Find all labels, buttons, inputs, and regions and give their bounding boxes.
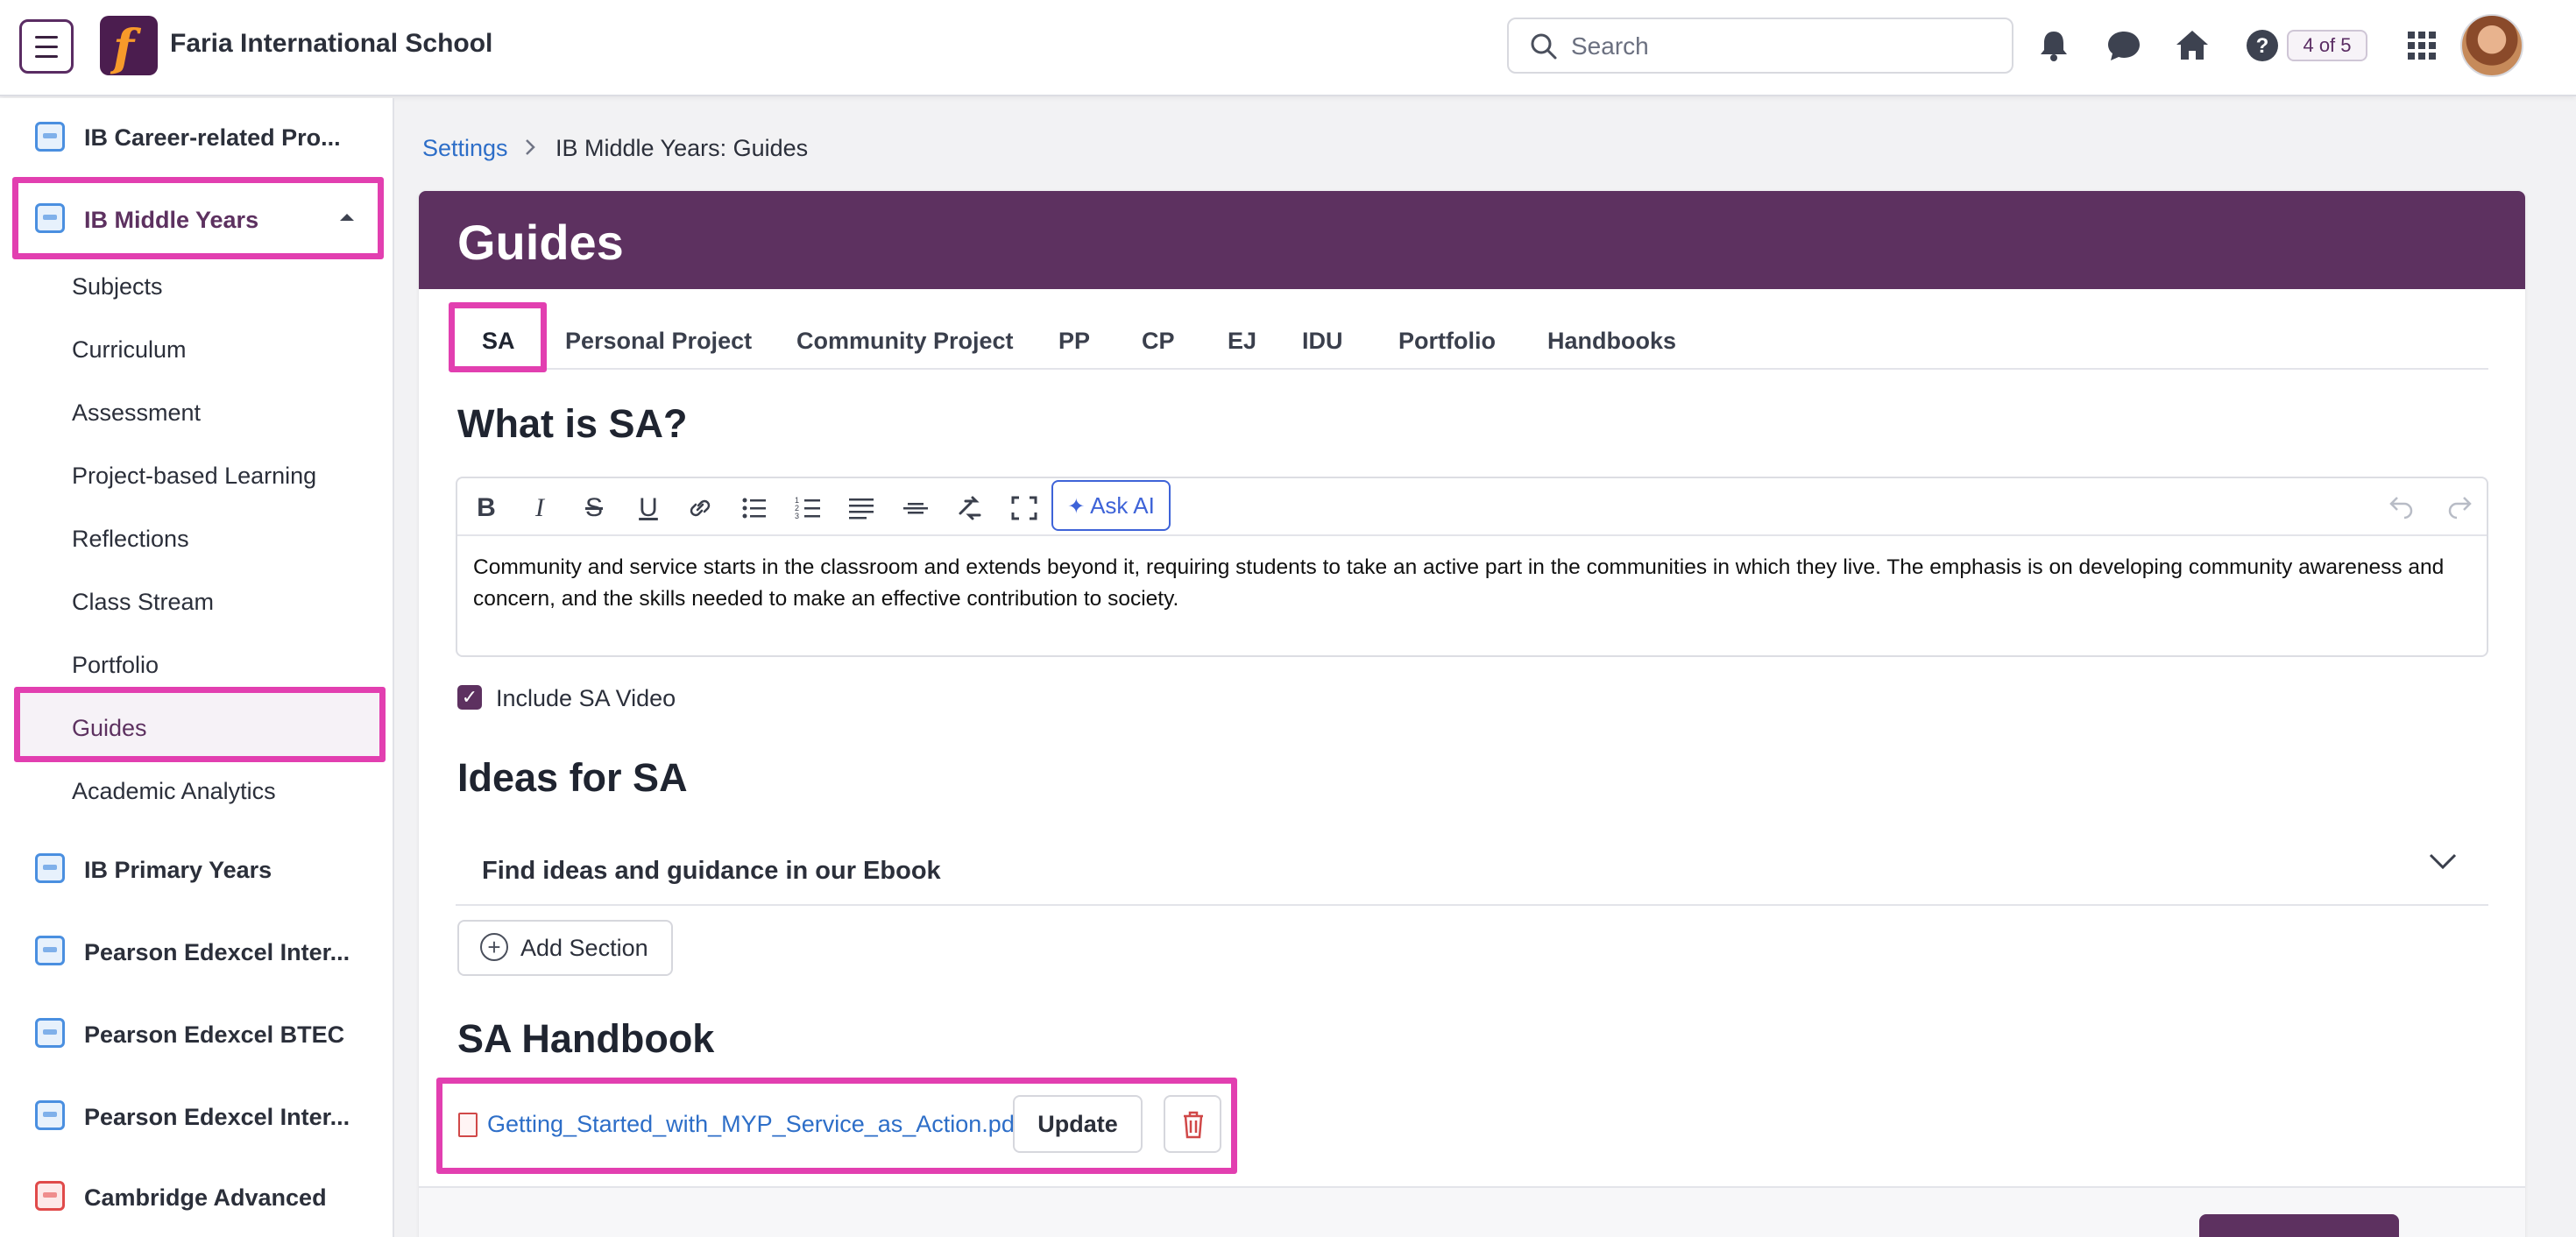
sidebar-item-class-stream[interactable]: Class Stream: [72, 589, 214, 616]
add-section-label[interactable]: Add Section: [520, 935, 648, 962]
bold-icon[interactable]: B: [469, 491, 504, 526]
link-icon[interactable]: [683, 492, 717, 524]
fullscreen-icon[interactable]: [1008, 492, 1041, 524]
tab-cp[interactable]: CP: [1142, 328, 1175, 355]
tab-handbooks[interactable]: Handbooks: [1547, 328, 1676, 355]
horizontal-rule-icon[interactable]: [899, 492, 932, 524]
handbook-file-link[interactable]: Getting_Started_with_MYP_Service_as_Acti…: [487, 1111, 1021, 1138]
tab-ej[interactable]: EJ: [1228, 328, 1256, 355]
align-icon[interactable]: [845, 492, 878, 524]
editor-toolbar-divider: [457, 534, 2487, 536]
search-placeholder[interactable]: Search: [1571, 32, 1649, 60]
redo-icon[interactable]: [2443, 491, 2476, 522]
clear-format-icon[interactable]: [953, 492, 987, 524]
sidebar: [0, 98, 394, 1237]
numbered-list-icon[interactable]: 123: [792, 492, 825, 524]
avatar[interactable]: [2460, 14, 2523, 77]
trash-icon: [1184, 1111, 1203, 1139]
sidebar-item-pearson-edexcel-inter-1[interactable]: Pearson Edexcel Inter...: [84, 939, 350, 966]
menu-icon[interactable]: [19, 19, 74, 74]
sidebar-item-ib-middle-years[interactable]: IB Middle Years: [84, 207, 258, 234]
sidebar-item-subjects[interactable]: Subjects: [72, 273, 163, 300]
ideas-heading: Ideas for SA: [457, 755, 688, 800]
caret-up-icon[interactable]: [336, 210, 357, 224]
help-icon[interactable]: ?: [2243, 26, 2282, 65]
pdf-file-icon: [458, 1113, 478, 1137]
include-video-checkbox[interactable]: ✓: [457, 685, 482, 710]
sparkle-icon: ✦: [1067, 495, 1086, 519]
breadcrumb-settings-link[interactable]: Settings: [422, 135, 508, 162]
page-banner: [419, 191, 2525, 289]
italic-icon[interactable]: I: [522, 491, 557, 526]
page-title: Guides: [457, 215, 624, 270]
include-video-label[interactable]: Include SA Video: [496, 685, 676, 712]
sidebar-item-project-based-learning[interactable]: Project-based Learning: [72, 463, 316, 490]
sidebar-item-reflections[interactable]: Reflections: [72, 526, 189, 553]
tab-sa[interactable]: SA: [482, 328, 515, 355]
home-icon[interactable]: [2173, 26, 2212, 65]
highlight-guides: [14, 687, 386, 762]
edexcel-program-icon: [35, 936, 65, 965]
ebook-accordion-label[interactable]: Find ideas and guidance in our Ebook: [482, 857, 941, 886]
tabs-divider: [456, 368, 2488, 370]
chat-icon[interactable]: [2105, 26, 2143, 65]
tab-pp[interactable]: PP: [1058, 328, 1090, 355]
chevron-down-icon[interactable]: [2425, 843, 2460, 878]
cancel-button[interactable]: [2418, 1223, 2453, 1237]
svg-text:?: ?: [2256, 34, 2269, 58]
strikethrough-icon[interactable]: S: [577, 491, 612, 526]
pyp-program-icon: [35, 853, 65, 883]
handbook-heading: SA Handbook: [457, 1016, 715, 1061]
tab-idu[interactable]: IDU: [1302, 328, 1343, 355]
edexcel-program-icon: [35, 1100, 65, 1130]
sidebar-item-cambridge-advanced[interactable]: Cambridge Advanced: [84, 1184, 327, 1212]
editor-content[interactable]: Community and service starts in the clas…: [473, 552, 2480, 615]
cp-program-icon: [35, 122, 65, 152]
tab-personal-project[interactable]: Personal Project: [565, 328, 752, 355]
sidebar-item-guides[interactable]: Guides: [72, 715, 147, 742]
delete-button[interactable]: [1164, 1095, 1221, 1153]
school-name[interactable]: Faria International School: [170, 29, 492, 59]
tab-portfolio[interactable]: Portfolio: [1398, 328, 1496, 355]
sidebar-item-assessment[interactable]: Assessment: [72, 399, 201, 427]
cambridge-program-icon: [35, 1181, 65, 1211]
underline-icon[interactable]: U: [631, 491, 666, 526]
svg-text:3: 3: [795, 512, 799, 520]
undo-icon[interactable]: [2385, 491, 2418, 522]
apps-grid-icon[interactable]: [2403, 26, 2441, 65]
sidebar-item-pearson-edexcel-btec[interactable]: Pearson Edexcel BTEC: [84, 1021, 344, 1049]
tab-community-project[interactable]: Community Project: [796, 328, 1014, 355]
sidebar-item-curriculum[interactable]: Curriculum: [72, 336, 187, 364]
save-changes-button[interactable]: [2199, 1214, 2399, 1237]
what-is-sa-heading: What is SA?: [457, 401, 688, 446]
bell-icon[interactable]: [2035, 26, 2073, 65]
update-button[interactable]: Update: [1013, 1095, 1143, 1153]
ask-ai-button[interactable]: ✦ Ask AI: [1051, 480, 1171, 531]
logo-mark-icon: f: [113, 19, 135, 77]
sidebar-item-ib-career-related[interactable]: IB Career-related Pro...: [84, 124, 341, 152]
search-icon: [1531, 33, 1557, 60]
sidebar-item-academic-analytics[interactable]: Academic Analytics: [72, 778, 276, 805]
chevron-right-icon: [526, 139, 535, 155]
myp-program-icon: [35, 203, 65, 233]
sidebar-item-ib-primary-years[interactable]: IB Primary Years: [84, 857, 272, 884]
sidebar-item-portfolio[interactable]: Portfolio: [72, 652, 159, 679]
bulleted-list-icon[interactable]: [738, 492, 771, 524]
btec-program-icon: [35, 1018, 65, 1048]
sidebar-item-pearson-edexcel-inter-2[interactable]: Pearson Edexcel Inter...: [84, 1104, 350, 1131]
breadcrumb-current: IB Middle Years: Guides: [556, 135, 809, 161]
plus-circle-icon: +: [480, 933, 508, 961]
tour-progress-badge[interactable]: 4 of 5: [2287, 30, 2367, 61]
ask-ai-label: Ask AI: [1090, 492, 1155, 519]
